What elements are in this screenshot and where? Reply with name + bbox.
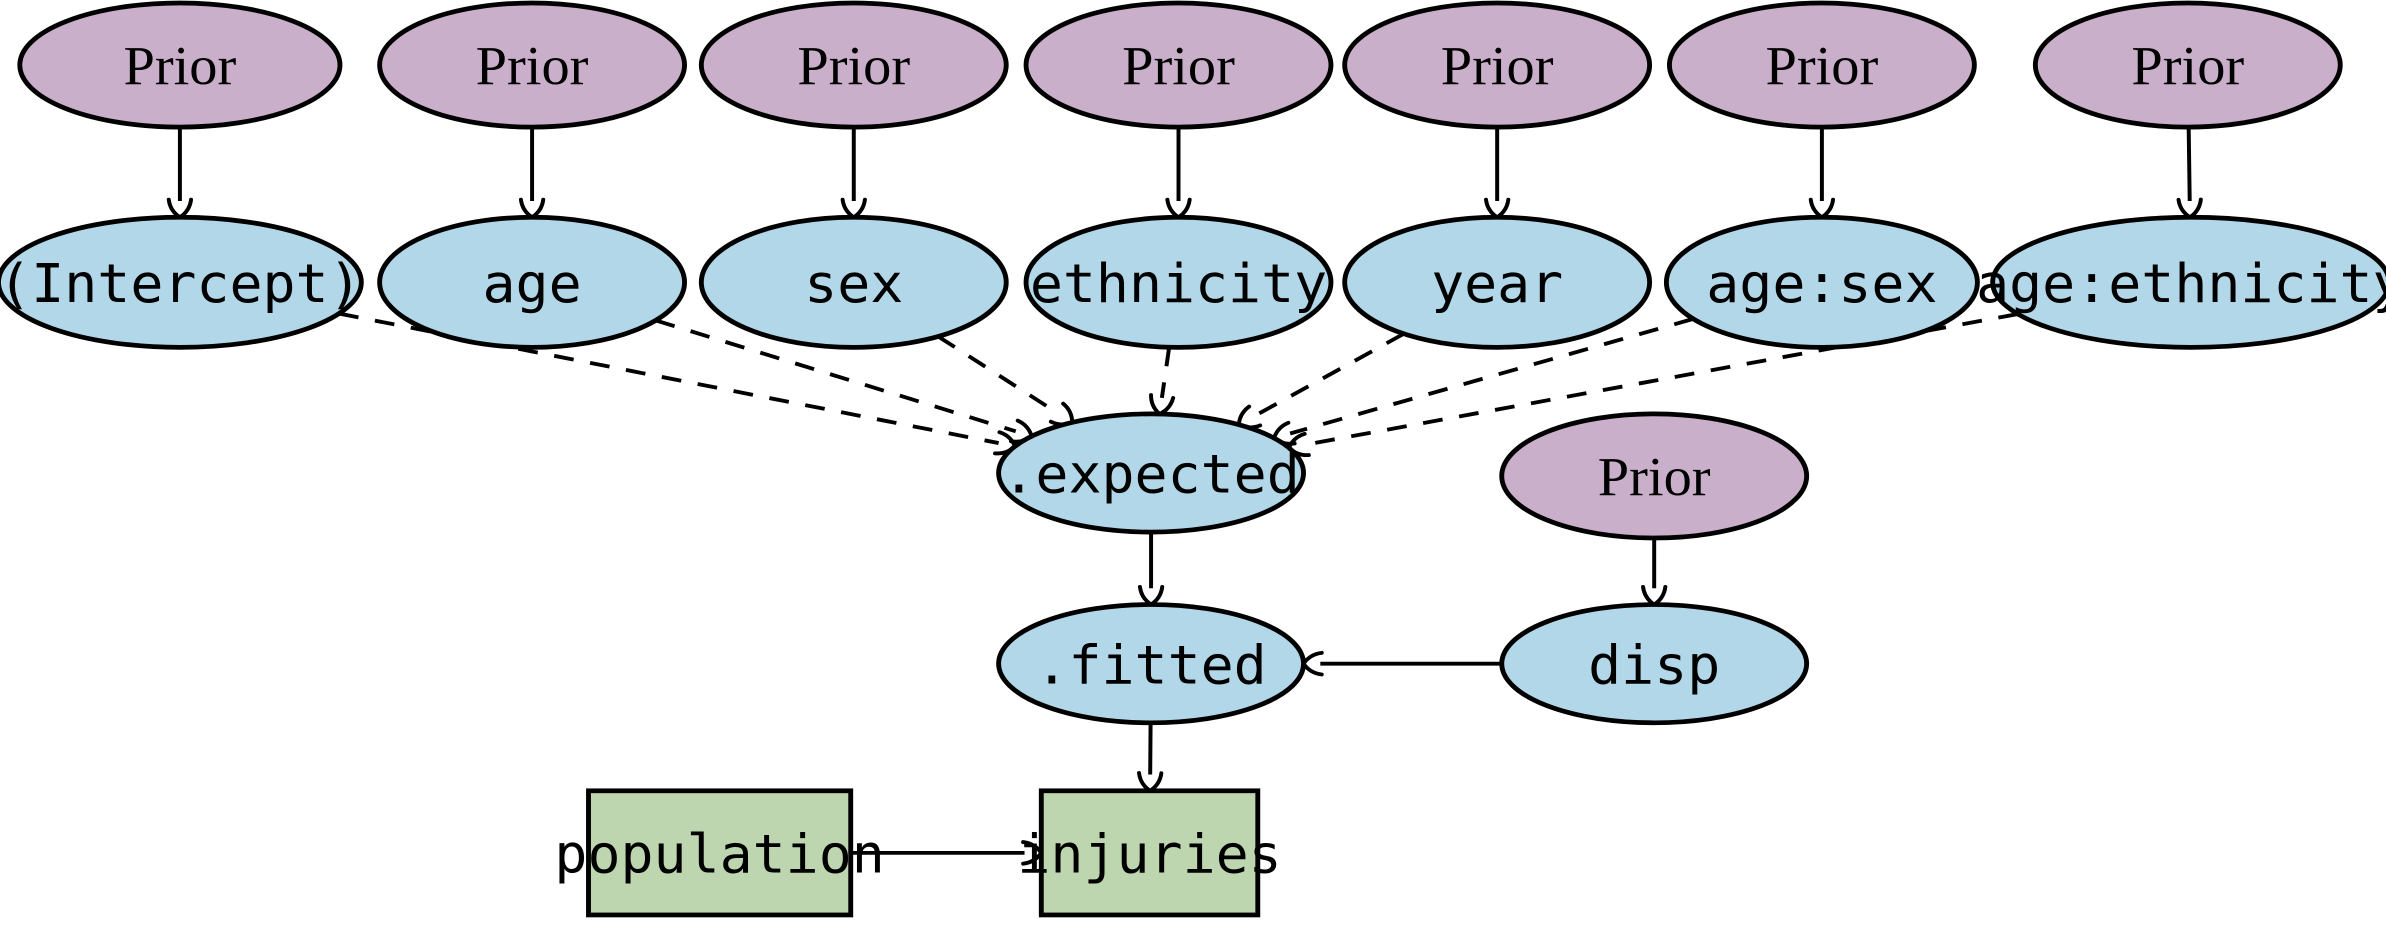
node-population[interactable]: population — [554, 788, 885, 918]
node-sex[interactable]: sex — [698, 214, 1009, 350]
edge-prior_ethnicity-to-ethnicity — [1165, 127, 1192, 220]
node-prior_disp[interactable]: Prior — [1499, 411, 1810, 541]
edge-fitted-to-injuries — [1137, 722, 1164, 793]
node-label-prior_intercept: Prior — [123, 36, 236, 97]
diagram-canvas: Prior Prior Prior Prior Prior Prior Prior Prior… — [0, 0, 2386, 918]
edge-prior_year-to-year — [1484, 127, 1511, 220]
arrowhead-prior_age_sex-to-age_sex — [1808, 197, 1836, 220]
node-intercept[interactable]: (Intercept) — [0, 214, 364, 350]
node-label-expected: .expected — [1002, 443, 1299, 505]
node-label-prior_sex: Prior — [797, 36, 910, 97]
node-injuries[interactable]: injuries — [1017, 788, 1282, 918]
node-ethnicity[interactable]: ethnicity — [1023, 214, 1334, 350]
arrowhead-expected-to-fitted — [1137, 584, 1165, 607]
edge-prior_intercept-to-intercept — [166, 127, 194, 220]
edge-prior_age_eth-to-age_ethnicity — [2176, 127, 2203, 220]
edge-prior_age_sex-to-age_sex — [1808, 127, 1836, 220]
node-expected[interactable]: .expected — [996, 411, 1306, 535]
arrowhead-prior_year-to-year — [1484, 197, 1511, 220]
node-label-year: year — [1431, 253, 1563, 315]
node-prior_age[interactable]: Prior — [377, 0, 687, 130]
node-fitted[interactable]: .fitted — [996, 602, 1306, 726]
node-prior_intercept[interactable]: Prior — [17, 0, 343, 130]
edge-prior_age-to-age — [518, 127, 546, 220]
edge-ethnicity-to-expected — [1149, 346, 1176, 416]
node-label-intercept: (Intercept) — [0, 253, 362, 315]
node-label-prior_age_sex: Prior — [1765, 36, 1878, 97]
arrowhead-prior_disp-to-disp — [1641, 584, 1668, 607]
edge-disp-to-fitted — [1301, 650, 1502, 677]
arrowhead-disp-to-fitted — [1301, 650, 1324, 677]
node-label-prior_ethnicity: Prior — [1122, 36, 1235, 97]
node-label-disp: disp — [1588, 634, 1720, 696]
node-prior_ethnicity[interactable]: Prior — [1023, 0, 1334, 130]
arrowhead-prior_sex-to-sex — [840, 197, 867, 220]
arrowhead-fitted-to-injuries — [1137, 771, 1164, 793]
node-label-fitted: .fitted — [1035, 634, 1266, 696]
node-label-sex: sex — [804, 253, 903, 315]
arrowhead-prior_age-to-age — [518, 197, 546, 220]
node-label-injuries: injuries — [1017, 823, 1281, 885]
node-prior_year[interactable]: Prior — [1342, 0, 1653, 130]
node-label-age_ethnicity: age:ethnicity — [1976, 253, 2386, 315]
node-label-prior_age_eth: Prior — [2131, 36, 2244, 97]
node-label-age: age — [483, 253, 582, 315]
node-label-prior_year: Prior — [1441, 36, 1554, 97]
node-prior_age_sex[interactable]: Prior — [1666, 0, 1977, 130]
node-label-prior_age: Prior — [476, 36, 589, 97]
node-age[interactable]: age — [377, 214, 687, 350]
node-label-ethnicity: ethnicity — [1030, 253, 1327, 315]
node-label-age_sex: age:sex — [1706, 253, 1937, 315]
edge-prior_disp-to-disp — [1641, 538, 1668, 607]
node-label-population: population — [554, 823, 884, 885]
edge-sex-to-expected — [937, 334, 1075, 427]
arrowhead-prior_intercept-to-intercept — [166, 197, 194, 220]
node-age_sex[interactable]: age:sex — [1663, 214, 1980, 350]
node-year[interactable]: year — [1342, 214, 1653, 350]
arrowhead-prior_ethnicity-to-ethnicity — [1165, 197, 1192, 220]
node-label-prior_disp: Prior — [1598, 447, 1711, 508]
node-layer: Prior Prior Prior Prior Prior Prior Prior Prior… — [0, 0, 2386, 918]
node-prior_sex[interactable]: Prior — [698, 0, 1009, 130]
node-prior_age_eth[interactable]: Prior — [2032, 0, 2343, 130]
edge-expected-to-fitted — [1137, 532, 1165, 607]
node-disp[interactable]: disp — [1499, 602, 1810, 726]
arrowhead-prior_age_eth-to-age_ethnicity — [2176, 197, 2203, 220]
edge-prior_sex-to-sex — [840, 127, 867, 220]
graphical-model-diagram: Prior Prior Prior Prior Prior Prior Prior Prior… — [0, 0, 2386, 946]
node-age_ethnicity[interactable]: age:ethnicity — [1976, 214, 2386, 350]
edge-year-to-expected — [1236, 332, 1405, 430]
